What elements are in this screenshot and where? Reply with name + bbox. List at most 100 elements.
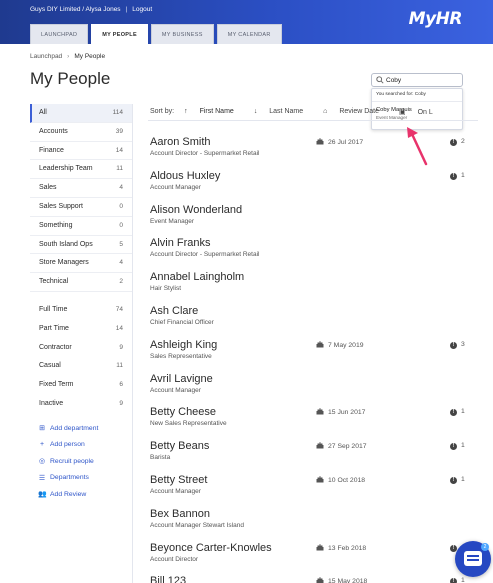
add-review-link[interactable]: 👥 Add Review [30,486,132,503]
search-icon [376,76,384,84]
logout-link[interactable]: Logout [132,6,152,13]
sidebar-item-sales-support[interactable]: Sales Support 0 [30,198,132,217]
person-name[interactable]: Bex Bannon [150,508,210,520]
tab-my-people[interactable]: MY PEOPLE [91,24,148,44]
add-department-link[interactable]: ⊞ Add department [30,420,132,437]
person-row[interactable]: Betty Street Account Manager 10 Oct 2018! 1 [150,472,470,506]
alert-count[interactable]: ! 2 [450,138,465,146]
person-role: Account Director [150,555,199,563]
person-name[interactable]: Ashleigh King [150,339,217,351]
person-row[interactable]: Aaron Smith Account Director - Supermarke… [150,134,470,168]
person-name[interactable]: Avril Lavigne [150,373,213,385]
tab-my-calendar[interactable]: MY CALENDAR [216,24,282,44]
person-name[interactable]: Beyonce Carter-Knowles [150,542,272,554]
org-name: Guys DIY Limited / Alysa Jones [30,6,121,13]
sidebar-item-all[interactable]: All 114 [30,104,132,123]
person-row[interactable]: Alvin Franks Account Director - Supermark… [150,235,470,269]
sidebar-item-label: Accounts [39,127,68,135]
breadcrumb-launchpad[interactable]: Launchpad [30,53,62,60]
person-row[interactable]: Aldous Huxley Account Manager! 1 [150,168,470,202]
tab-launchpad[interactable]: LAUNCHPAD [30,24,89,44]
alert-count-text: 1 [461,442,465,450]
sort-last-name[interactable]: ↓ Last Name [254,108,313,116]
person-name[interactable]: Ash Clare [150,305,198,317]
person-row[interactable]: Ashleigh King Sales Representative 7 May 2… [150,337,470,371]
sidebar-item-count: 0 [119,221,123,229]
sidebar-item-sales[interactable]: Sales 4 [30,179,132,198]
sidebar-item-something[interactable]: Something 0 [30,217,132,236]
person-row[interactable]: Annabel Laingholm Hair Stylist [150,269,470,303]
chat-widget-button[interactable]: 2 [455,541,491,577]
sidebar-item-casual[interactable]: Casual 11 [30,357,132,376]
info-icon: ! [450,172,457,180]
departments-link[interactable]: ☰ Departments [30,469,132,486]
review-date-text: 27 Sep 2017 [328,443,367,451]
person-name[interactable]: Annabel Laingholm [150,271,244,283]
alert-count[interactable]: !1 [450,172,465,180]
sort-arrow-down-icon: ↓ [253,108,260,115]
alert-count[interactable]: !1 [450,476,465,484]
sidebar-item-part-time[interactable]: Part Time 14 [30,320,132,339]
alert-count[interactable]: !1 [450,442,465,451]
person-row[interactable]: Alison Wonderland Event Manager [150,202,470,236]
cake-icon [316,408,324,415]
person-row[interactable]: Betty Cheese New Sales Representative 15 J… [150,404,470,438]
sidebar-item-technical[interactable]: Technical 2 [30,273,132,292]
sidebar-item-count: 2 [119,278,123,286]
person-row[interactable]: Betty Beans Barista 27 Sep 2017! 1 [150,438,470,472]
tab-my-business[interactable]: MY BUSINESS [150,24,214,44]
person-row[interactable]: Bill 123 15 May 2018! 1 [150,573,470,583]
sidebar-item-contractor[interactable]: Contractor 9 [30,339,132,358]
person-row[interactable]: Ash Clare Chief Financial Officer [150,303,470,337]
alert-count[interactable]: !1 [450,577,465,583]
sidebar-item-finance[interactable]: Finance 14 [30,142,132,161]
search-input[interactable] [386,75,458,85]
info-icon: ! [450,578,457,583]
person-name[interactable]: Aldous Huxley [150,170,220,182]
person-name[interactable]: Bill 123 [150,575,186,583]
person-role: Account Director - Supermarket Retail [150,251,260,259]
sidebar-item-count: 5 [119,240,123,248]
action-label: Recruit people [50,457,94,465]
sort-option-label: First Name [199,108,234,115]
sidebar-item-south-island-ops[interactable]: South Island Ops 5 [30,236,132,255]
alert-count[interactable]: !1 [450,408,465,417]
sort-on-leave[interactable]: ▣ On L [399,108,443,116]
sidebar-item-accounts[interactable]: Accounts 39 [30,123,132,142]
sidebar-item-count: 14 [115,324,123,332]
review-date: 10 Oct 2018 [316,475,365,484]
plus-icon: + [39,441,45,448]
sort-review-date[interactable]: ⌂ Review Date [323,108,389,116]
sidebar-item-fixed-term[interactable]: Fixed Term 6 [30,376,132,395]
sidebar-item-inactive[interactable]: Inactive 9 [30,395,132,414]
sidebar-item-label: Inactive [39,399,64,407]
alert-count[interactable]: ! 3 [450,341,465,349]
sidebar: All 114 Accounts 39 Finance 14 Leadership T… [30,104,132,502]
sort-first-name[interactable]: ↑ First Name [184,108,244,116]
sidebar-item-full-time[interactable]: Full Time 74 [30,301,132,320]
review-date: 15 Jun 2017 [316,408,365,416]
recruit-people-link[interactable]: ◎ Recruit people [30,453,132,470]
myhr-logo[interactable]: MyHR [409,9,463,29]
person-row[interactable]: Beyonce Carter-Knowles Account Director 13… [150,540,470,574]
person-name[interactable]: Betty Street [150,474,207,486]
sidebar-item-label: Leadership Team [39,165,93,173]
person-name[interactable]: Betty Beans [150,440,209,452]
person-role: New Sales Representative [150,420,227,428]
alert-count-text: 1 [461,475,465,483]
person-row[interactable]: Avril Lavigne Account Manager [150,371,470,405]
alert-count-text: 1 [461,577,465,583]
person-name[interactable]: Betty Cheese [150,406,216,418]
sort-divider [148,120,478,121]
breadcrumb: Launchpad › My People [30,53,105,60]
sort-option-label: Review Date [339,108,379,115]
sidebar-item-leadership-team[interactable]: Leadership Team 11 [30,160,132,180]
person-row[interactable]: Bex Bannon Account Manager Stewart Island [150,506,470,540]
person-name[interactable]: Alvin Franks [150,237,211,249]
person-name[interactable]: Alison Wonderland [150,204,242,216]
cake-icon [316,442,324,449]
person-name[interactable]: Aaron Smith [150,136,211,148]
plus-square-icon: ⊞ [39,425,45,432]
add-person-link[interactable]: + Add person [30,436,132,453]
sidebar-item-store-managers[interactable]: Store Managers 4 [30,254,132,274]
